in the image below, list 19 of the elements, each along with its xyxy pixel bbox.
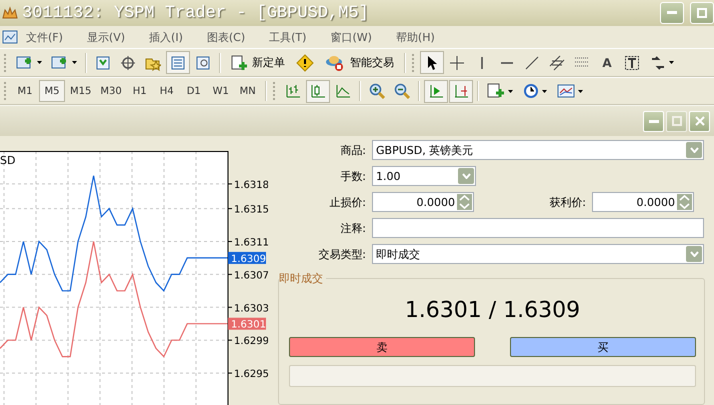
price-axis-label: 1.6315: [234, 204, 268, 216]
price-axis-label: 1.6318: [234, 180, 268, 191]
field-label: 注释:: [339, 220, 367, 236]
price-axis-label: 1.6299: [234, 336, 268, 348]
field-label: 获利价:: [548, 194, 587, 210]
window-title: 3011132: YSPM Trader - [GBPUSD,M5]: [22, 4, 369, 22]
group-title: 即时成交: [279, 271, 326, 286]
current-price-text: 1.6309: [231, 254, 266, 265]
field-label: 商品:: [339, 142, 367, 158]
price-axis-label: 1.6295: [234, 369, 268, 380]
price-axis-label: 1.6311: [234, 237, 268, 248]
current-price-text: 1.6301: [231, 320, 266, 331]
field-label: 手数:: [339, 168, 367, 184]
field-label: 止损价:: [328, 194, 367, 210]
chart-symbol-title: SD: [0, 154, 16, 167]
price-axis-label: 1.6307: [234, 270, 268, 282]
price-axis-label: 1.6303: [234, 303, 268, 314]
bid-ask-quote: 1.6301 / 1.6309: [404, 297, 582, 325]
field-label: 交易类型:: [317, 246, 367, 262]
